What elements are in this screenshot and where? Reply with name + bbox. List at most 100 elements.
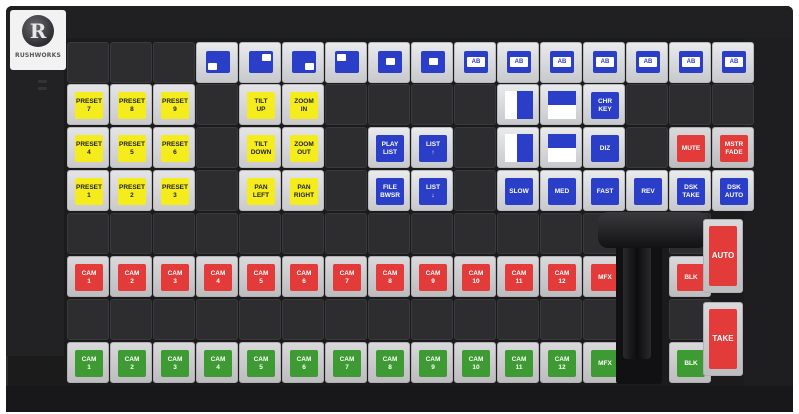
medium-button[interactable]: MED [540, 170, 582, 211]
panel-top-bar [6, 6, 793, 38]
preview-cam-5-button[interactable]: CAM 5 [239, 342, 281, 383]
transition-preview-1-2[interactable] [540, 84, 582, 125]
program-cam-11-button[interactable]: CAM 11 [497, 256, 539, 297]
wipe-9-button[interactable]: AB [540, 42, 582, 83]
preview-mfx-button-label: MFX [591, 350, 619, 377]
preview-cam-4-button[interactable]: CAM 4 [196, 342, 238, 383]
dsk-take-button[interactable]: DSK TAKE [669, 170, 711, 211]
wipe-4-button[interactable] [325, 42, 367, 83]
blank-key [196, 170, 238, 211]
preview-cam-1-button[interactable]: CAM 1 [67, 342, 109, 383]
status-led-1 [38, 80, 47, 83]
blank-key [325, 127, 367, 168]
wipe-2-button[interactable] [239, 42, 281, 83]
preview-cam-9-button-label: CAM 9 [419, 350, 447, 377]
preview-cam-5-button-label: CAM 5 [247, 350, 275, 377]
preview-black-button-label: BLK [677, 350, 705, 377]
preview-cam-7-button[interactable]: CAM 7 [325, 342, 367, 383]
dissolve-button[interactable]: DIZ [583, 127, 625, 168]
auto-button[interactable]: AUTO [703, 219, 743, 293]
tilt-up-button[interactable]: TILT UP [239, 84, 281, 125]
preview-cam-2-button[interactable]: CAM 2 [110, 342, 152, 383]
preset-6-button[interactable]: PRESET 6 [153, 127, 195, 168]
blank-key [368, 84, 410, 125]
fast-button[interactable]: FAST [583, 170, 625, 211]
ab-split-icon: AB [507, 51, 531, 73]
program-cam-8-button-label: CAM 8 [376, 264, 404, 291]
transition-preview-2-1[interactable] [497, 127, 539, 168]
blank-key [669, 84, 711, 125]
list-up-button[interactable]: LIST ↑ [411, 127, 453, 168]
wipe-10-button[interactable]: AB [583, 42, 625, 83]
dsk-auto-button-label: DSK AUTO [720, 178, 748, 205]
preset-5-button[interactable]: PRESET 5 [110, 127, 152, 168]
tbar-stem[interactable] [623, 244, 651, 359]
wipe-vertical-icon [505, 91, 533, 119]
wipe-3-button[interactable] [282, 42, 324, 83]
blank-key [110, 299, 152, 340]
chroma-key-button[interactable]: CHR KEY [583, 84, 625, 125]
file-browser-button-label: FILE BWSR [376, 178, 404, 205]
program-cam-8-button[interactable]: CAM 8 [368, 256, 410, 297]
program-cam-9-button[interactable]: CAM 9 [411, 256, 453, 297]
pan-left-button[interactable]: PAN LEFT [239, 170, 281, 211]
mute-button[interactable]: MUTE [669, 127, 711, 168]
preview-cam-10-button[interactable]: CAM 10 [454, 342, 496, 383]
zoom-out-button[interactable]: ZOOM OUT [282, 127, 324, 168]
transition-preview-1-1[interactable] [497, 84, 539, 125]
zoom-in-button[interactable]: ZOOM IN [282, 84, 324, 125]
program-cam-1-button[interactable]: CAM 1 [67, 256, 109, 297]
dsk-auto-button[interactable]: DSK AUTO [712, 170, 754, 211]
program-cam-12-button[interactable]: CAM 12 [540, 256, 582, 297]
tilt-down-button[interactable]: TILT DOWN [239, 127, 281, 168]
program-cam-10-button[interactable]: CAM 10 [454, 256, 496, 297]
wipe-7-button[interactable]: AB [454, 42, 496, 83]
blank-key [368, 213, 410, 254]
wipe-top-left-icon [335, 51, 359, 73]
wipe-1-button[interactable] [196, 42, 238, 83]
preview-cam-3-button[interactable]: CAM 3 [153, 342, 195, 383]
preset-4-button[interactable]: PRESET 4 [67, 127, 109, 168]
preset-3-button[interactable]: PRESET 3 [153, 170, 195, 211]
preset-8-button[interactable]: PRESET 8 [110, 84, 152, 125]
program-cam-2-button[interactable]: CAM 2 [110, 256, 152, 297]
wipe-8-button[interactable]: AB [497, 42, 539, 83]
ab-corner-b2-icon: AB [679, 51, 703, 73]
file-browser-button[interactable]: FILE BWSR [368, 170, 410, 211]
program-cam-4-button[interactable]: CAM 4 [196, 256, 238, 297]
preview-cam-11-button[interactable]: CAM 11 [497, 342, 539, 383]
blank-key [196, 84, 238, 125]
blank-key [196, 299, 238, 340]
blank-key [239, 213, 281, 254]
program-cam-6-button[interactable]: CAM 6 [282, 256, 324, 297]
wipe-11-button[interactable]: AB [626, 42, 668, 83]
play-list-button[interactable]: PLAY LIST [368, 127, 410, 168]
preset-2-button[interactable]: PRESET 2 [110, 170, 152, 211]
tbar-handle[interactable] [598, 212, 708, 248]
preview-cam-12-button[interactable]: CAM 12 [540, 342, 582, 383]
chroma-key-button-label: CHR KEY [591, 92, 619, 119]
program-cam-3-button[interactable]: CAM 3 [153, 256, 195, 297]
list-down-button[interactable]: LIST ↓ [411, 170, 453, 211]
wipe-12-button[interactable]: AB [669, 42, 711, 83]
preview-cam-6-button[interactable]: CAM 6 [282, 342, 324, 383]
preset-7-button-label: PRESET 7 [75, 92, 103, 119]
preset-7-button[interactable]: PRESET 7 [67, 84, 109, 125]
preset-9-button[interactable]: PRESET 9 [153, 84, 195, 125]
ab-diagonal-icon: AB [593, 51, 617, 73]
wipe-5-button[interactable] [368, 42, 410, 83]
transition-preview-2-2[interactable] [540, 127, 582, 168]
preview-cam-8-button[interactable]: CAM 8 [368, 342, 410, 383]
master-fade-button[interactable]: MSTR FADE [712, 127, 754, 168]
blank-key [110, 213, 152, 254]
pan-right-button[interactable]: PAN RIGHT [282, 170, 324, 211]
take-button[interactable]: TAKE [703, 302, 743, 376]
wipe-13-button[interactable]: AB [712, 42, 754, 83]
preset-1-button[interactable]: PRESET 1 [67, 170, 109, 211]
slow-button[interactable]: SLOW [497, 170, 539, 211]
preview-cam-9-button[interactable]: CAM 9 [411, 342, 453, 383]
program-cam-7-button[interactable]: CAM 7 [325, 256, 367, 297]
program-cam-5-button[interactable]: CAM 5 [239, 256, 281, 297]
reverse-button[interactable]: REV [626, 170, 668, 211]
wipe-6-button[interactable] [411, 42, 453, 83]
